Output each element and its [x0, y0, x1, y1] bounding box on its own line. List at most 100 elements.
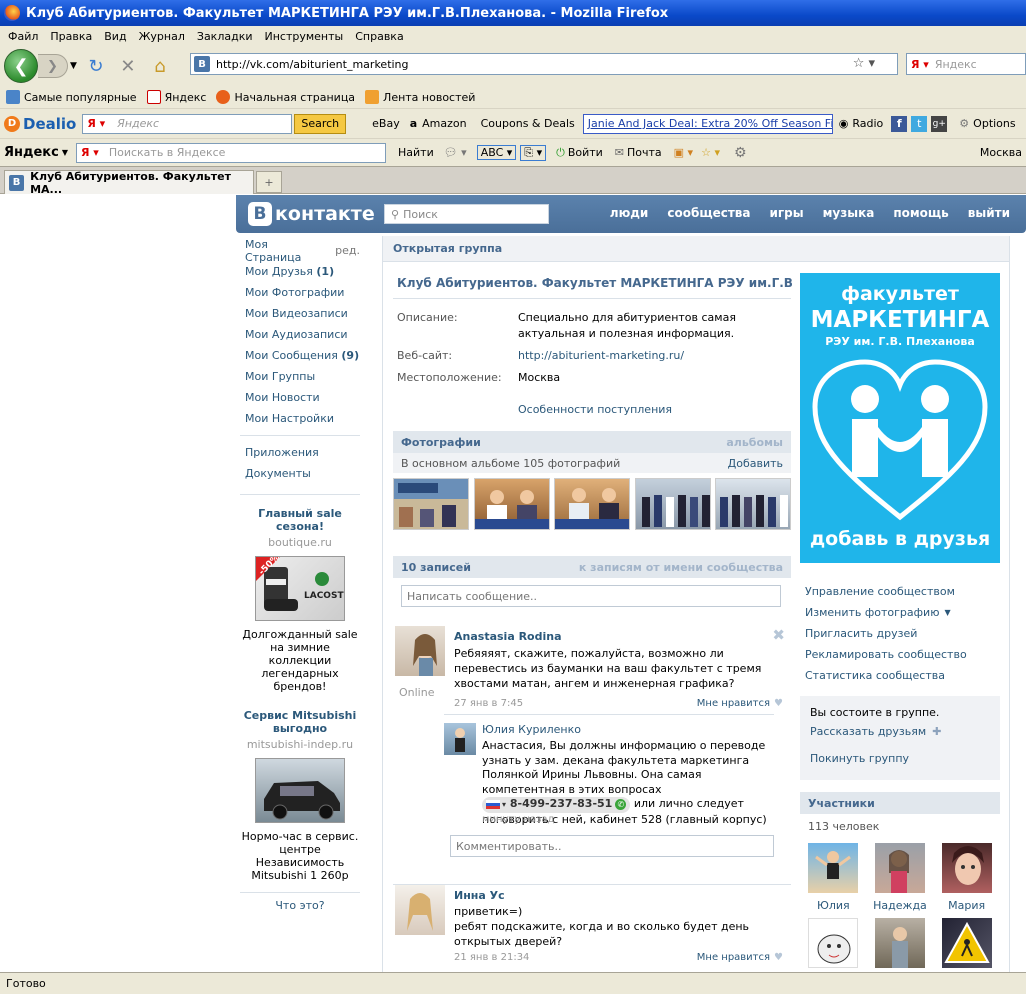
- yandex-city[interactable]: Москва: [980, 146, 1022, 159]
- bookmark-news-feed[interactable]: Лента новостей: [365, 90, 475, 104]
- comment-author[interactable]: Юлия Куриленко: [482, 723, 581, 736]
- comment-input[interactable]: Комментировать..: [450, 835, 774, 857]
- menu-view[interactable]: Вид: [98, 30, 132, 43]
- ad-title[interactable]: Сервис Mitsubishi выгодно: [240, 709, 360, 735]
- bookmark-star-icon[interactable]: ☆ ▾: [853, 56, 875, 71]
- ebay-link[interactable]: eBay: [372, 117, 400, 130]
- menu-my-settings[interactable]: Мои Настройки: [240, 408, 360, 429]
- nav-games[interactable]: игры: [770, 206, 804, 220]
- amazon-link[interactable]: Amazon: [422, 117, 466, 130]
- menu-history[interactable]: Журнал: [133, 30, 191, 43]
- menu-my-groups[interactable]: Мои Группы: [240, 366, 360, 387]
- new-tab-button[interactable]: +: [256, 171, 282, 193]
- bookmark-start-page[interactable]: Начальная страница: [216, 90, 355, 104]
- menu-edit[interactable]: Правка: [44, 30, 98, 43]
- photo-thumbnail[interactable]: [715, 478, 791, 530]
- group-avatar-banner[interactable]: факультет МАРКЕТИНГА РЭУ им. Г.В. Плехан…: [800, 273, 1000, 563]
- tab-vk-group[interactable]: B Клуб Абитуриентов. Факультет МА...: [4, 170, 254, 196]
- ad-mitsubishi[interactable]: Сервис Mitsubishi выгодно mitsubishi-ind…: [240, 709, 360, 882]
- stop-icon[interactable]: ✕: [115, 53, 141, 79]
- yandex-settings-icon[interactable]: ⚙: [734, 145, 747, 161]
- yandex-bar-logo[interactable]: Яндекс: [4, 145, 59, 160]
- yandex-menu-chevron-icon[interactable]: ▼: [62, 148, 68, 157]
- like-button[interactable]: Мне нравится ♥: [697, 698, 783, 709]
- nav-help[interactable]: помощь: [893, 206, 948, 220]
- reload-icon[interactable]: ↻: [83, 53, 109, 79]
- nav-communities[interactable]: сообщества: [667, 206, 750, 220]
- back-button[interactable]: ❮: [4, 49, 38, 83]
- community-stats-link[interactable]: Статистика сообщества: [800, 665, 1000, 686]
- member-photo[interactable]: [808, 918, 859, 968]
- menu-apps[interactable]: Приложения: [240, 442, 360, 463]
- manage-community-link[interactable]: Управление сообществом: [800, 581, 1000, 602]
- member-name[interactable]: Мария: [948, 899, 985, 912]
- menu-my-audio[interactable]: Мои Аудиозаписи: [240, 324, 360, 345]
- menu-help[interactable]: Справка: [349, 30, 409, 43]
- browser-search-box[interactable]: Я ▾ Яндекс: [906, 53, 1026, 75]
- menu-file[interactable]: Файл: [2, 30, 44, 43]
- googleplus-icon[interactable]: g+: [931, 115, 948, 132]
- nav-logout[interactable]: выйти: [968, 206, 1010, 220]
- wall-count[interactable]: 10 записей: [401, 561, 471, 574]
- forward-button[interactable]: ❯: [38, 54, 68, 78]
- member-photo[interactable]: [941, 843, 992, 893]
- avatar[interactable]: [395, 885, 445, 935]
- history-dropdown-icon[interactable]: ▼: [70, 61, 77, 71]
- ad-car-image[interactable]: [255, 758, 345, 823]
- menu-bookmarks[interactable]: Закладки: [191, 30, 259, 43]
- options-button[interactable]: Options: [973, 117, 1015, 130]
- advertise-community-link[interactable]: Рекламировать сообщество: [800, 644, 1000, 665]
- yandex-find-button[interactable]: Найти: [398, 146, 434, 159]
- member-name[interactable]: Юлия: [817, 899, 850, 912]
- member-photo[interactable]: [874, 918, 925, 968]
- photo-thumbnail[interactable]: [554, 478, 630, 530]
- dealio-search-button[interactable]: Search: [294, 113, 347, 134]
- menu-my-friends[interactable]: Мои Друзья (1): [240, 261, 360, 282]
- home-icon[interactable]: ⌂: [147, 53, 173, 79]
- post-author[interactable]: Anastasia Rodina: [454, 630, 562, 643]
- menu-tools[interactable]: Инструменты: [259, 30, 350, 43]
- like-button[interactable]: Мне нравится ♥: [697, 952, 783, 963]
- member-card[interactable]: Надежда: [873, 843, 927, 912]
- yandex-mail-button[interactable]: Почта: [627, 146, 662, 159]
- participants-header[interactable]: Участники: [800, 792, 1000, 814]
- photo-thumbnail[interactable]: [393, 478, 469, 530]
- briefcase-icon[interactable]: ▣ ▾: [674, 146, 693, 159]
- ad-lacoste[interactable]: Главный sale сезона! boutique.ru -50% LA…: [240, 507, 360, 693]
- dealio-logo[interactable]: D Dealio: [4, 115, 76, 133]
- address-bar[interactable]: B http://vk.com/abiturient_marketing ☆ ▾: [190, 53, 898, 75]
- ad-boots-image[interactable]: -50% LACOSTE: [255, 556, 345, 621]
- leave-group-link[interactable]: Покинуть группу: [810, 752, 990, 765]
- delete-post-icon[interactable]: ✖: [772, 626, 785, 644]
- change-photo-link[interactable]: Изменить фотографию ▼: [800, 602, 1000, 623]
- post-date[interactable]: 21 янв в 21:34: [454, 952, 529, 963]
- vk-search-input[interactable]: ⚲ Поиск: [384, 204, 549, 224]
- avatar[interactable]: [395, 626, 445, 676]
- nav-music[interactable]: музыка: [823, 206, 875, 220]
- member-photo[interactable]: [874, 843, 925, 893]
- member-card[interactable]: Мария: [940, 843, 994, 912]
- facebook-icon[interactable]: f: [891, 115, 908, 132]
- post-date[interactable]: 27 янв в 7:45: [454, 698, 523, 709]
- wall-post-input[interactable]: Написать сообщение..: [401, 585, 781, 607]
- invite-friends-link[interactable]: Пригласить друзей: [800, 623, 1000, 644]
- website-link[interactable]: http://abiturient-marketing.ru/: [518, 348, 684, 364]
- coupons-link[interactable]: Coupons & Deals: [481, 117, 575, 130]
- bookmark-most-visited[interactable]: Самые популярные: [6, 90, 137, 104]
- comment-time[interactable]: минуту назад: [482, 814, 554, 825]
- comment-bubble-icon[interactable]: 💬︎ ▾: [444, 146, 467, 159]
- yandex-login-button[interactable]: Войти: [568, 146, 603, 159]
- wall-by-community-link[interactable]: к записям от имени сообщества: [579, 561, 783, 574]
- add-photo-link[interactable]: Добавить: [728, 457, 783, 470]
- admission-link[interactable]: Особенности поступления: [518, 402, 672, 418]
- post-author[interactable]: Инна Ус: [454, 889, 505, 902]
- ad-title[interactable]: Главный sale сезона!: [240, 507, 360, 533]
- phone-number-badge[interactable]: ▾ 8-499-237-83-51 ✆: [482, 797, 631, 813]
- member-photo[interactable]: [808, 843, 859, 893]
- dealio-search-input[interactable]: Я ▾ Яндекс: [82, 113, 293, 134]
- vk-logo[interactable]: B контакте: [248, 202, 375, 226]
- edit-link[interactable]: ред.: [335, 244, 360, 257]
- translate-icon[interactable]: ⎘ ▾: [520, 144, 547, 161]
- photo-thumbnail[interactable]: [634, 478, 711, 530]
- member-name[interactable]: Надежда: [873, 899, 927, 912]
